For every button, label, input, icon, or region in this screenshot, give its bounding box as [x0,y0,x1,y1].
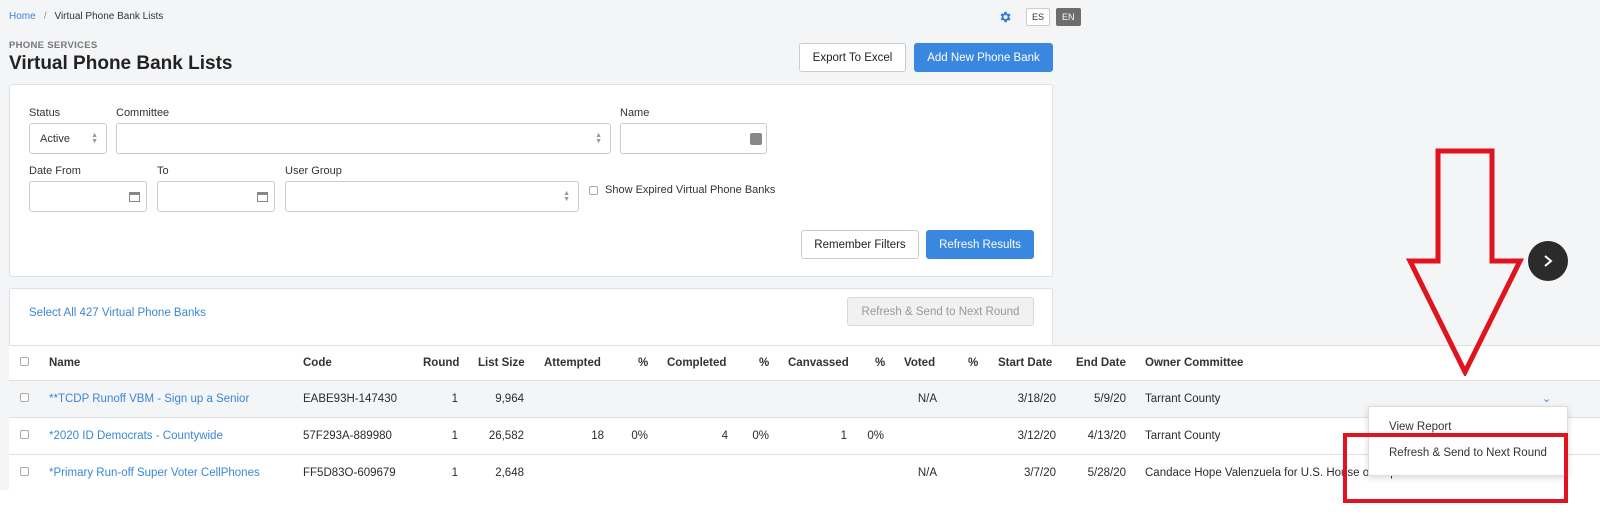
row-list-size: 9,964 [495,393,524,405]
row-checkbox-wrap[interactable] [20,430,29,442]
next-page-button[interactable] [1528,241,1568,281]
row-start-date: 3/7/20 [1024,466,1056,479]
breadcrumb-separator: / [43,11,47,22]
row-start-date: 3/12/20 [1017,430,1056,442]
calendar-icon[interactable] [257,192,268,202]
row-name-link[interactable]: **TCDP Runoff VBM - Sign up a Senior [49,393,249,405]
calendar-icon[interactable] [129,192,140,202]
row-voted: N/A [917,466,937,479]
row-canvassed: 1 [840,430,847,442]
row-canvassed-pct: 0% [867,430,884,442]
breadcrumb-home-link[interactable]: Home [9,11,36,22]
select-arrows-icon: ▲ ▼ [595,132,602,145]
lang-en-button[interactable]: EN [1056,8,1081,26]
annotation-highlight-box [1343,433,1568,503]
col-voted[interactable]: Voted [904,357,935,369]
date-from-input[interactable] [29,181,147,212]
status-label: Status [29,107,61,119]
row-end-date: 5/28/20 [1087,466,1126,479]
row-name-link[interactable]: *Primary Run-off Super Voter CellPhones [49,467,260,479]
user-group-select[interactable]: ▲ ▼ [285,181,579,212]
col-voted-pct[interactable]: % [968,357,978,369]
row-end-date: 5/9/20 [1094,393,1126,405]
export-to-excel-button[interactable]: Export To Excel [799,43,906,72]
select-all-checkbox-wrap[interactable] [20,357,29,369]
chevron-down-icon[interactable]: ⌄ [1542,392,1551,405]
row-code: 57F293A-889980 [303,430,392,442]
page-title: Virtual Phone Bank Lists [9,53,233,74]
select-arrows-icon: ▲ ▼ [91,132,98,145]
table-header: Name Code Round List Size Attempted % Co… [9,345,1600,380]
row-code: FF5D83O-609679 [303,466,396,479]
lang-es-button[interactable]: ES [1026,8,1051,26]
row-checkbox[interactable] [20,393,29,402]
header-checkbox[interactable] [20,357,29,366]
select-all-link[interactable]: Select All 427 Virtual Phone Banks [29,307,206,319]
red-arrow-icon [1405,148,1525,376]
col-owner-committee[interactable]: Owner Committee [1145,357,1243,369]
name-label: Name [620,107,650,119]
breadcrumb: Home / Virtual Phone Bank Lists [9,11,163,22]
row-start-date: 3/18/20 [1017,393,1056,405]
committee-select[interactable]: ▲ ▼ [116,123,611,154]
chevron-right-icon [1544,255,1553,267]
row-list-size: 26,582 [488,430,524,442]
row-checkbox-wrap[interactable] [20,393,29,405]
row-round: 1 [451,430,458,442]
col-canvassed[interactable]: Canvassed [788,357,849,369]
row-list-size: 2,648 [495,466,524,479]
add-new-phone-bank-button[interactable]: Add New Phone Bank [914,43,1053,72]
refresh-results-button[interactable]: Refresh Results [926,230,1034,259]
row-attempted: 18 [591,430,604,442]
autofill-icon [750,133,762,145]
date-to-label: To [157,165,169,177]
col-name[interactable]: Name [49,357,80,369]
col-attempted[interactable]: Attempted [544,357,601,369]
top-right-controls: ES EN [998,8,1081,26]
row-owner-committee: Tarrant County [1145,430,1221,442]
table-row[interactable]: **TCDP Runoff VBM - Sign up a Senior EAB… [9,380,1600,417]
col-start-date[interactable]: Start Date [998,357,1052,369]
section-label: PHONE SERVICES [9,40,98,51]
row-code: EABE93H-147430 [303,393,397,405]
show-expired-toggle[interactable]: Show Expired Virtual Phone Banks [589,184,775,196]
row-attempted-pct: 0% [631,430,648,442]
view-report-menu-item[interactable]: View Report [1389,421,1451,433]
breadcrumb-current: Virtual Phone Bank Lists [54,11,164,22]
status-select[interactable]: Active ▲ ▼ [29,123,107,154]
name-input[interactable] [620,123,767,154]
col-code[interactable]: Code [303,357,332,369]
row-checkbox[interactable] [20,466,29,476]
date-to-input[interactable] [157,181,275,212]
col-attempted-pct[interactable]: % [638,357,648,369]
col-completed[interactable]: Completed [667,357,726,369]
col-end-date[interactable]: End Date [1076,357,1126,369]
committee-label: Committee [116,107,170,119]
gear-icon[interactable] [998,10,1012,24]
row-round: 1 [451,393,458,405]
row-round: 1 [451,466,458,479]
row-end-date: 4/13/20 [1087,430,1126,442]
row-checkbox-wrap[interactable] [20,466,29,479]
row-completed-pct: 0% [752,430,769,442]
date-from-label: Date From [29,165,81,177]
col-completed-pct[interactable]: % [759,357,769,369]
status-value: Active [40,132,70,145]
show-expired-label: Show Expired Virtual Phone Banks [605,184,776,196]
col-round[interactable]: Round [423,357,459,369]
row-voted: N/A [917,393,937,405]
row-completed: 4 [721,430,728,442]
col-list-size[interactable]: List Size [478,357,525,369]
row-checkbox[interactable] [20,430,29,439]
row-owner-committee: Tarrant County [1145,393,1221,405]
refresh-send-next-round-button[interactable]: Refresh & Send to Next Round [847,297,1034,326]
col-canvassed-pct[interactable]: % [875,357,885,369]
user-group-label: User Group [285,165,342,177]
row-name-link[interactable]: *2020 ID Democrats - Countywide [49,430,223,442]
select-arrows-icon: ▲ ▼ [563,190,570,203]
show-expired-checkbox[interactable] [589,185,598,195]
remember-filters-button[interactable]: Remember Filters [801,230,919,259]
